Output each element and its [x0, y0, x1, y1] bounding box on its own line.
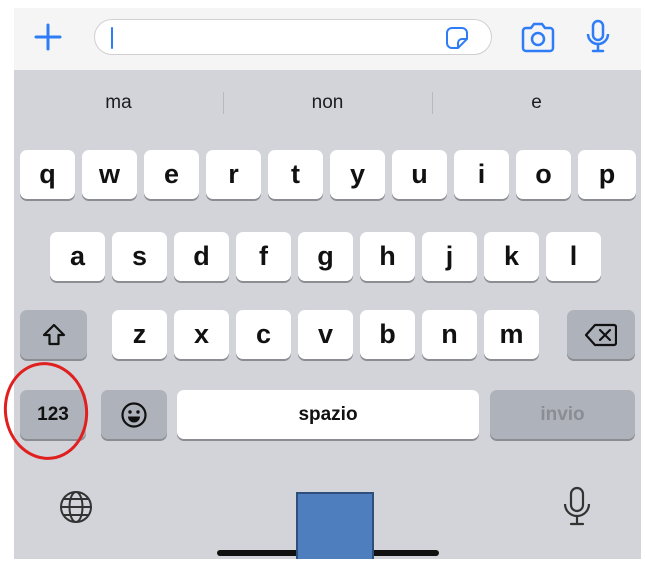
key-e[interactable]: e	[144, 150, 199, 199]
key-b[interactable]: b	[360, 310, 415, 359]
key-x[interactable]: x	[174, 310, 229, 359]
text-caret	[111, 27, 113, 49]
shift-icon	[42, 323, 65, 345]
key-t[interactable]: t	[268, 150, 323, 199]
suggestion-item[interactable]: e	[432, 80, 641, 126]
key-j[interactable]: j	[422, 232, 477, 281]
phone-screen: ma non e q w e r t y u i o p a s d f g h…	[14, 8, 641, 559]
key-m[interactable]: m	[484, 310, 539, 359]
key-u[interactable]: u	[392, 150, 447, 199]
backspace-key[interactable]	[567, 310, 635, 359]
key-i[interactable]: i	[454, 150, 509, 199]
suggestion-item[interactable]: ma	[14, 80, 223, 126]
emoji-icon	[121, 401, 147, 428]
backspace-icon	[585, 323, 617, 346]
emoji-key[interactable]	[101, 390, 167, 439]
plus-icon[interactable]	[32, 21, 64, 53]
key-o[interactable]: o	[516, 150, 571, 199]
camera-icon[interactable]	[519, 22, 557, 54]
key-a[interactable]: a	[50, 232, 105, 281]
key-g[interactable]: g	[298, 232, 353, 281]
dictation-icon[interactable]	[562, 485, 592, 529]
overlay-square	[296, 492, 374, 559]
key-v[interactable]: v	[298, 310, 353, 359]
microphone-icon[interactable]	[584, 19, 612, 57]
key-h[interactable]: h	[360, 232, 415, 281]
globe-icon[interactable]	[58, 489, 94, 525]
message-text-field[interactable]	[94, 19, 492, 55]
key-d[interactable]: d	[174, 232, 229, 281]
key-c[interactable]: c	[236, 310, 291, 359]
key-s[interactable]: s	[112, 232, 167, 281]
key-r[interactable]: r	[206, 150, 261, 199]
predictive-suggestions-bar: ma non e	[14, 80, 641, 126]
key-f[interactable]: f	[236, 232, 291, 281]
key-z[interactable]: z	[112, 310, 167, 359]
space-key[interactable]: spazio	[177, 390, 479, 439]
key-p[interactable]: p	[578, 150, 636, 199]
key-y[interactable]: y	[330, 150, 385, 199]
key-w[interactable]: w	[82, 150, 137, 199]
message-input-bar	[14, 8, 641, 70]
sticker-icon[interactable]	[445, 26, 469, 50]
key-n[interactable]: n	[422, 310, 477, 359]
shift-key[interactable]	[20, 310, 87, 359]
key-l[interactable]: l	[546, 232, 601, 281]
key-k[interactable]: k	[484, 232, 539, 281]
return-key[interactable]: invio	[490, 390, 635, 439]
suggestion-item[interactable]: non	[223, 80, 432, 126]
key-q[interactable]: q	[20, 150, 75, 199]
